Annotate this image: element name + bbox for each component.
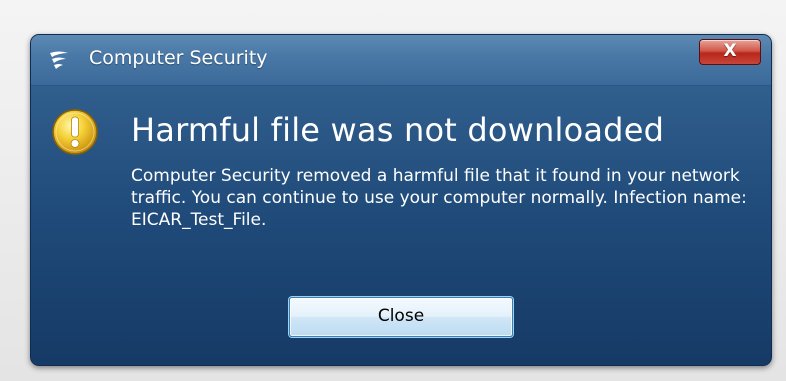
alert-message: Computer Security removed a harmful file… (131, 166, 747, 230)
alert-headline: Harmful file was not downloaded (131, 111, 665, 149)
window-title: Computer Security (89, 47, 268, 69)
app-logo-icon (50, 51, 68, 69)
security-alert-window: Computer Security X Harmful file was not… (30, 34, 772, 366)
window-close-button[interactable]: X (699, 39, 761, 65)
desktop-background: Computer Security X Harmful file was not… (0, 0, 786, 381)
warning-exclamation-icon (52, 109, 98, 155)
close-button[interactable]: Close (289, 297, 513, 337)
title-bar[interactable]: Computer Security X (31, 35, 771, 86)
